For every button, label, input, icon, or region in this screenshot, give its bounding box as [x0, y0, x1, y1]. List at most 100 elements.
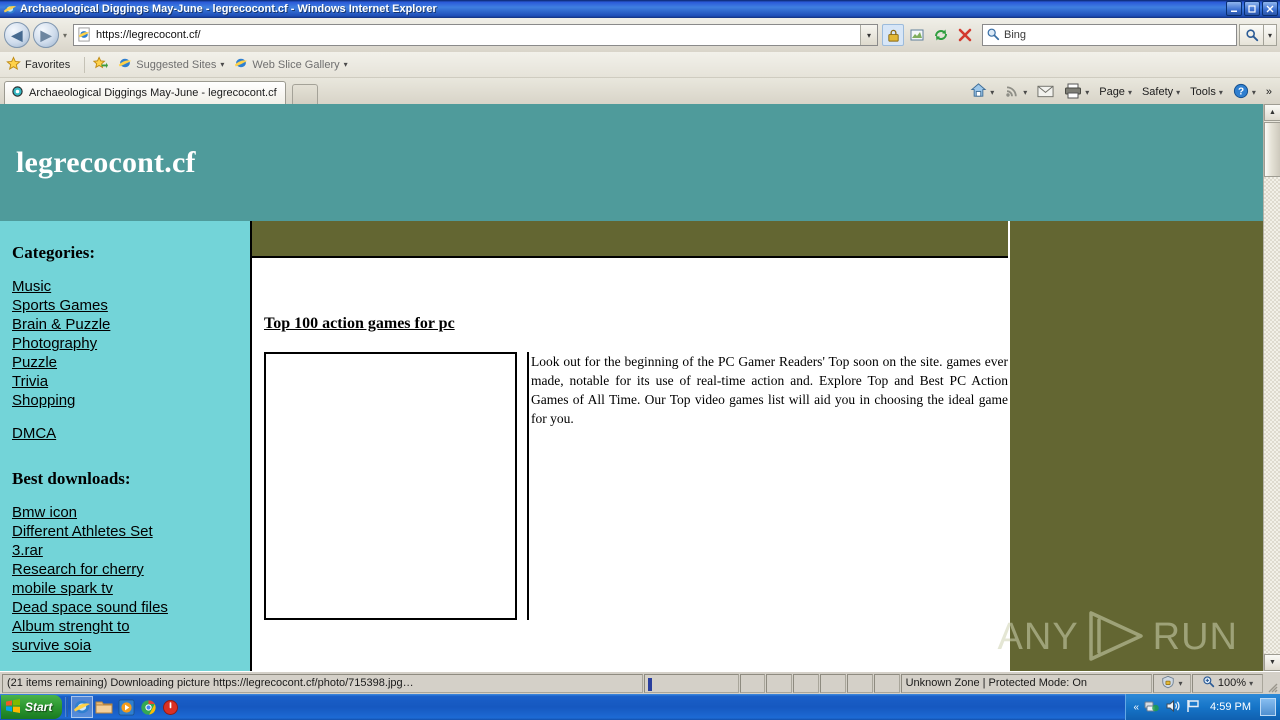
minimize-button[interactable] [1226, 1, 1242, 16]
safety-menu-label: Safety [1141, 86, 1174, 98]
mail-button[interactable] [1033, 82, 1058, 103]
sidebar-item-trivia[interactable]: Trivia [12, 372, 250, 391]
sidebar-item-shopping[interactable]: Shopping [12, 391, 250, 410]
chevron-down-icon[interactable]: ▾ [990, 88, 994, 97]
safety-menu-button[interactable]: Safety ▾ [1138, 84, 1184, 100]
lock-icon[interactable] [882, 24, 904, 46]
quick-launch-separator [65, 697, 69, 717]
sidebar-item-brain-and-puzzle[interactable]: Brain & Puzzle [12, 315, 250, 334]
back-arrow-icon[interactable]: ◀ [4, 22, 30, 48]
stop-icon[interactable] [954, 24, 976, 46]
home-button[interactable]: ▾ [966, 80, 998, 104]
sidebar-item-music[interactable]: Music [12, 277, 250, 296]
status-message: (21 items remaining) Downloading picture… [2, 673, 644, 693]
protected-mode-indicator[interactable]: ▾ [1153, 673, 1191, 693]
chevron-down-icon[interactable]: ▾ [344, 60, 348, 69]
new-tab-button[interactable] [291, 84, 318, 104]
start-button[interactable]: Start [1, 695, 63, 719]
sidebar-item-puzzle[interactable]: Puzzle [12, 353, 250, 372]
taskbar-media-player[interactable] [115, 696, 137, 718]
sidebar-item-sports-games[interactable]: Sports Games [12, 296, 250, 315]
chevron-down-icon[interactable]: ▾ [220, 60, 224, 69]
chevron-down-icon[interactable]: ▾ [1249, 679, 1253, 688]
security-zone-label[interactable]: Unknown Zone | Protected Mode: On [900, 673, 1153, 693]
chevron-down-icon[interactable]: ▾ [1219, 88, 1223, 97]
chevron-down-icon[interactable]: ▾ [1085, 88, 1089, 97]
best-downloads-heading: Best downloads: [12, 469, 131, 488]
status-panel-4 [820, 673, 846, 693]
article-image-placeholder [264, 352, 517, 620]
taskbar-power-tool[interactable] [159, 696, 181, 718]
sidebar-item-photography[interactable]: Photography [12, 334, 250, 353]
address-bar[interactable]: https://legrecocont.cf/ ▾ [73, 24, 878, 46]
sidebar-item-dmca[interactable]: DMCA [12, 424, 250, 443]
chevron-down-icon[interactable]: ▾ [1128, 88, 1132, 97]
download-item-survive-soia[interactable]: survive soia [12, 636, 250, 655]
search-provider-dropdown-icon[interactable]: ▾ [1263, 24, 1277, 46]
ie-small-icon [234, 56, 248, 73]
chevron-down-icon[interactable]: ▾ [1176, 88, 1180, 97]
show-hidden-icons-icon[interactable]: « [1133, 702, 1139, 713]
add-to-favorites-bar-icon[interactable] [92, 55, 109, 74]
download-item-different-athletes-set[interactable]: Different Athletes Set [12, 522, 250, 541]
print-button[interactable]: ▾ [1060, 81, 1093, 104]
download-item-3-rar[interactable]: 3.rar [12, 541, 250, 560]
search-input[interactable]: Bing [1004, 29, 1236, 41]
right-column-panel [1010, 221, 1264, 671]
tools-menu-button[interactable]: Tools ▾ [1186, 84, 1227, 100]
address-dropdown-icon[interactable]: ▾ [860, 25, 877, 45]
network-icon[interactable] [1144, 699, 1160, 716]
zoom-icon [1202, 675, 1215, 691]
favorites-button[interactable]: Favorites [6, 55, 71, 74]
close-button[interactable] [1262, 1, 1278, 16]
tab-archaeological-diggings[interactable]: Archaeological Diggings May-June - legre… [4, 81, 286, 104]
scroll-down-button[interactable]: ▼ [1264, 654, 1280, 671]
compatibility-view-icon[interactable] [906, 24, 928, 46]
status-panel-2 [766, 673, 793, 693]
download-item-dead-space-sound-files[interactable]: Dead space sound files [12, 598, 250, 617]
site-header: legrecocont.cf [0, 104, 1264, 221]
zoom-control[interactable]: 100% ▾ [1191, 673, 1264, 693]
status-bar: (21 items remaining) Downloading picture… [0, 671, 1280, 694]
page-menu-button[interactable]: Page ▾ [1095, 84, 1136, 100]
taskbar-internet-explorer[interactable] [71, 696, 94, 718]
taskbar-google-chrome[interactable] [137, 696, 159, 718]
web-slice-gallery-item[interactable]: Web Slice Gallery ▾ [234, 56, 348, 73]
maximize-button[interactable] [1244, 1, 1260, 16]
command-bar: ▾ ▾ ▾ Page ▾ Safety ▾ Tools ▾ ? ▾ » [966, 80, 1280, 104]
forward-arrow-icon[interactable]: ▶ [33, 22, 59, 48]
search-box[interactable]: Bing [982, 24, 1237, 46]
tab-label: Archaeological Diggings May-June - legre… [29, 87, 277, 99]
scrollbar-track[interactable] [1264, 177, 1280, 654]
history-dropdown-icon[interactable]: ▾ [59, 25, 71, 45]
download-item-research-for-cherry[interactable]: Research for cherry [12, 560, 250, 579]
scrollbar-thumb[interactable] [1264, 122, 1280, 177]
system-clock[interactable]: 4:59 PM [1210, 701, 1251, 713]
feeds-button[interactable]: ▾ [1000, 81, 1031, 104]
chevron-down-icon[interactable]: ▾ [1178, 679, 1182, 688]
resize-grip[interactable] [1264, 674, 1278, 693]
chevron-down-icon[interactable]: ▾ [1023, 88, 1027, 97]
download-progress-bar [644, 673, 739, 693]
chevron-down-icon[interactable]: ▾ [1252, 88, 1256, 97]
vertical-scrollbar[interactable]: ▲ ▼ [1263, 104, 1280, 671]
svg-text:?: ? [1238, 86, 1244, 97]
volume-icon[interactable] [1165, 699, 1181, 716]
flag-icon[interactable] [1186, 699, 1201, 716]
taskbar-windows-explorer[interactable] [93, 696, 115, 718]
favorites-label: Favorites [25, 58, 71, 71]
tools-menu-label: Tools [1190, 86, 1216, 98]
internet-explorer-icon [3, 2, 17, 16]
download-item-album-strenght-to[interactable]: Album strenght to [12, 617, 250, 636]
address-input[interactable]: https://legrecocont.cf/ [96, 29, 860, 41]
refresh-icon[interactable] [930, 24, 952, 46]
help-menu-button[interactable]: ? ▾ [1229, 81, 1260, 104]
scroll-up-button[interactable]: ▲ [1264, 104, 1280, 121]
download-item-bmw-icon[interactable]: Bmw icon [12, 503, 250, 522]
download-item-mobile-spark-tv[interactable]: mobile spark tv [12, 579, 250, 598]
show-desktop-button[interactable] [1260, 698, 1276, 716]
suggested-sites-item[interactable]: Suggested Sites ▾ [118, 56, 224, 73]
search-submit-button[interactable] [1239, 24, 1263, 46]
content-top-strip [252, 221, 1008, 258]
command-bar-overflow-button[interactable]: » [1262, 84, 1276, 100]
